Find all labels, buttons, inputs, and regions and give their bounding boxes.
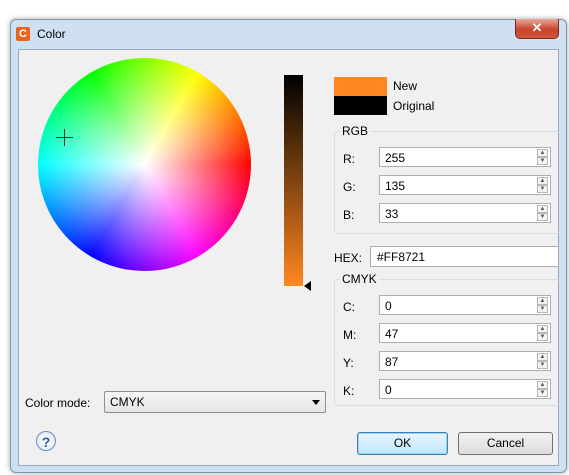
b-up-icon[interactable]: ▲ [537,205,548,213]
b-down-icon[interactable]: ▼ [537,213,548,221]
c-down-icon[interactable]: ▼ [537,305,548,313]
k-field[interactable]: 0 ▲ ▼ [379,379,551,399]
y-label: Y: [343,356,354,370]
ok-button[interactable]: OK [357,432,448,455]
close-button[interactable]: ✕ [515,19,559,39]
k-up-icon[interactable]: ▲ [537,381,548,389]
brightness-slider[interactable] [284,75,303,286]
r-label: R: [343,152,355,166]
g-field[interactable]: 135 ▲ ▼ [379,175,551,195]
r-down-icon[interactable]: ▼ [537,157,548,165]
help-icon[interactable]: ? [36,431,56,451]
m-up-icon[interactable]: ▲ [537,325,548,333]
y-value[interactable]: 87 [385,355,398,369]
new-color-swatch [334,77,387,96]
b-field[interactable]: 33 ▲ ▼ [379,203,551,223]
k-down-icon[interactable]: ▼ [537,389,548,397]
g-label: G: [343,180,356,194]
r-up-icon[interactable]: ▲ [537,149,548,157]
g-down-icon[interactable]: ▼ [537,185,548,193]
m-value[interactable]: 47 [385,327,398,341]
chevron-down-icon[interactable] [312,400,320,405]
color-wheel[interactable] [38,58,251,271]
y-up-icon[interactable]: ▲ [537,353,548,361]
hex-label: HEX: [334,251,363,265]
g-value[interactable]: 135 [385,179,405,193]
cmyk-legend: CMYK [342,272,377,286]
b-value[interactable]: 33 [385,207,398,221]
k-label: K: [343,384,355,398]
cancel-button[interactable]: Cancel [458,432,553,455]
slider-handle-icon[interactable] [304,281,311,291]
app-icon: C [16,27,30,41]
k-value[interactable]: 0 [385,383,392,397]
r-field[interactable]: 255 ▲ ▼ [379,147,551,167]
c-up-icon[interactable]: ▲ [537,297,548,305]
rgb-legend: RGB [342,124,369,138]
new-label: New [393,79,418,93]
hex-input[interactable]: #FF8721 [370,246,559,267]
m-field[interactable]: 47 ▲ ▼ [379,323,551,343]
title-bar[interactable]: C Color ✕ [11,19,566,50]
hex-value[interactable]: #FF8721 [377,250,425,264]
m-label: M: [343,328,357,342]
window-title: Color [37,27,66,41]
color-mode-value[interactable]: CMYK [110,395,145,409]
y-field[interactable]: 87 ▲ ▼ [379,351,551,371]
original-color-swatch [334,96,387,115]
r-value[interactable]: 255 [385,151,405,165]
y-down-icon[interactable]: ▼ [537,361,548,369]
g-up-icon[interactable]: ▲ [537,177,548,185]
color-mode-label: Color mode: [25,396,91,410]
color-mode-select[interactable]: CMYK [104,391,326,413]
m-down-icon[interactable]: ▼ [537,333,548,341]
b-label: B: [343,208,355,222]
color-picker-crosshair[interactable] [56,129,73,146]
original-label: Original [393,99,435,113]
c-label: C: [343,300,355,314]
c-value[interactable]: 0 [385,299,392,313]
c-field[interactable]: 0 ▲ ▼ [379,295,551,315]
